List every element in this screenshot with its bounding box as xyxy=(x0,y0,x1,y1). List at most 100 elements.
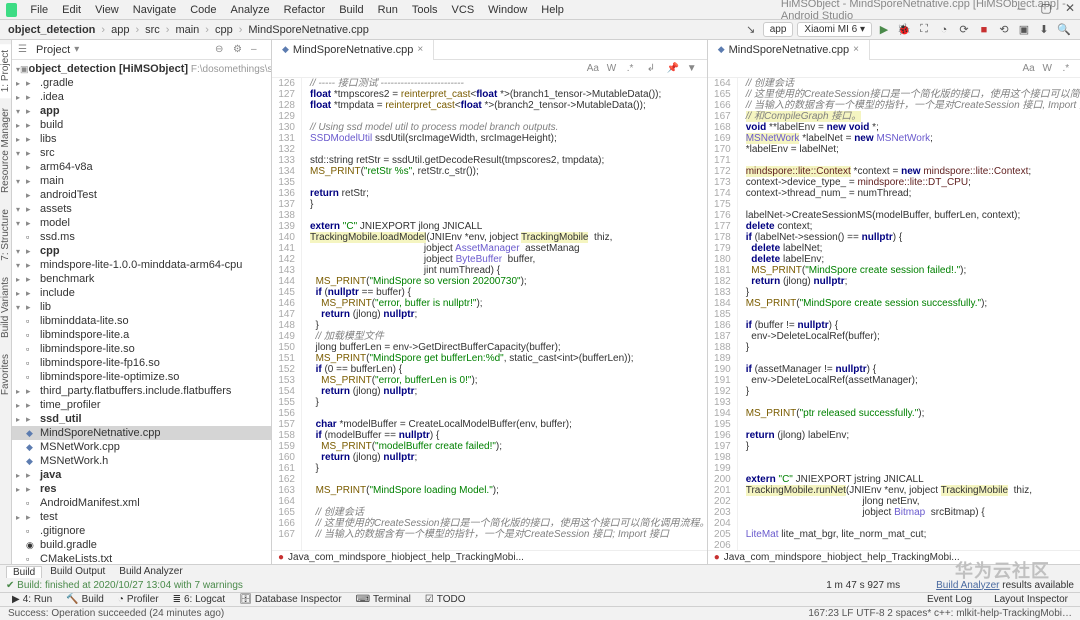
toggle-case-icon[interactable]: Aa xyxy=(587,63,601,74)
tree-model[interactable]: ▾▸model xyxy=(12,216,271,230)
tree-lib[interactable]: ▾▸lib xyxy=(12,300,271,314)
crumb-item[interactable]: src xyxy=(145,24,160,36)
tree-third-party-flatbuffers-include-flatbuffers[interactable]: ▸▸third_party.flatbuffers.include.flatbu… xyxy=(12,384,271,398)
close-tab-icon[interactable]: × xyxy=(417,44,423,55)
toggle-case-icon[interactable]: Aa xyxy=(1022,63,1036,74)
words-icon[interactable]: W xyxy=(1042,63,1056,74)
build-tab-build-output[interactable]: Build Output xyxy=(44,566,111,577)
avd-icon[interactable]: ▣ xyxy=(1016,22,1032,38)
crumb-item[interactable]: main xyxy=(175,24,199,36)
search-icon[interactable]: 🔍 xyxy=(1056,22,1072,38)
editor-tab-left[interactable]: ◆ MindSporeNetnative.cpp × xyxy=(272,40,434,60)
menu-refactor[interactable]: Refactor xyxy=(277,4,333,16)
sdk-icon[interactable]: ⬇ xyxy=(1036,22,1052,38)
tool-logcat[interactable]: ≣6: Logcat xyxy=(167,594,232,605)
tree-mindspore-lite-1-0-0-minddata-arm64-cpu[interactable]: ▾▸mindspore-lite-1.0.0-minddata-arm64-cp… xyxy=(12,258,271,272)
hide-icon[interactable]: – xyxy=(251,44,265,55)
maximize-icon[interactable]: ▢ xyxy=(1040,2,1052,14)
tree-libminddata-lite-so[interactable]: ▫libminddata-lite.so xyxy=(12,314,271,328)
pin-icon[interactable]: 📌 xyxy=(667,63,681,74)
words-icon[interactable]: W xyxy=(607,63,621,74)
minimize-icon[interactable]: – xyxy=(1016,2,1028,14)
run-icon[interactable]: ▶ xyxy=(876,22,892,38)
tool-profiler[interactable]: ◔Profiler xyxy=(112,594,165,605)
left-strip-project[interactable]: 1: Project xyxy=(0,44,11,98)
tree-androidmanifest-xml[interactable]: ▫AndroidManifest.xml xyxy=(12,496,271,510)
close-icon[interactable]: ✕ xyxy=(1064,2,1076,14)
tree-libmindspore-lite-optimize-so[interactable]: ▫libmindspore-lite-optimize.so xyxy=(12,370,271,384)
tree-main[interactable]: ▾▸main xyxy=(12,174,271,188)
left-strip-structure[interactable]: 7: Structure xyxy=(0,203,11,267)
tree-java[interactable]: ▸▸java xyxy=(12,468,271,482)
crumb-item[interactable]: object_detection xyxy=(8,24,95,36)
tree-msnetwork-h[interactable]: ◆MSNetWork.h xyxy=(12,454,271,468)
editor-tab-right[interactable]: ◆ MindSporeNetnative.cpp × xyxy=(708,40,870,60)
tool-build[interactable]: 🔨Build xyxy=(60,594,110,605)
left-strip-favorites[interactable]: Favorites xyxy=(0,348,11,401)
build-analyzer-link[interactable]: Build Analyzer xyxy=(936,580,999,591)
tree-libs[interactable]: ▸▸libs xyxy=(12,132,271,146)
tree-mindsporenetnative-cpp[interactable]: ◆MindSporeNetnative.cpp xyxy=(12,426,271,440)
tree--gitignore[interactable]: ▫.gitignore xyxy=(12,524,271,538)
tree-benchmark[interactable]: ▸▸benchmark xyxy=(12,272,271,286)
tree--idea[interactable]: ▸▸.idea xyxy=(12,90,271,104)
collapse-icon[interactable]: ⊖ xyxy=(215,44,229,55)
device-selector[interactable]: Xiaomi MI 6 ▾ xyxy=(797,22,872,37)
settings-icon[interactable]: ⚙ xyxy=(233,44,247,55)
tree-src[interactable]: ▾▸src xyxy=(12,146,271,160)
tool-eventlog[interactable]: Event Log xyxy=(921,594,978,605)
crumb-item[interactable]: cpp xyxy=(215,24,233,36)
tree-build-gradle[interactable]: ◉build.gradle xyxy=(12,538,271,552)
tool-run[interactable]: ▶4: Run xyxy=(6,594,58,605)
menu-tools[interactable]: Tools xyxy=(405,4,445,16)
filter-icon[interactable]: ▼ xyxy=(687,63,701,74)
tree-ssd-util[interactable]: ▸▸ssd_util xyxy=(12,412,271,426)
menu-view[interactable]: View xyxy=(88,4,126,16)
crumb-item[interactable]: app xyxy=(111,24,129,36)
menu-help[interactable]: Help xyxy=(534,4,571,16)
tree-res[interactable]: ▸▸res xyxy=(12,482,271,496)
tool-layoutinspector[interactable]: Layout Inspector xyxy=(988,594,1074,605)
menu-build[interactable]: Build xyxy=(332,4,370,16)
build-tab-build-analyzer[interactable]: Build Analyzer xyxy=(113,566,188,577)
wrap-icon[interactable]: ↲ xyxy=(647,63,661,74)
crumb-item[interactable]: MindSporeNetnative.cpp xyxy=(248,24,368,36)
close-tab-icon[interactable]: × xyxy=(853,44,859,55)
module-selector[interactable]: app xyxy=(763,22,794,37)
dropdown-icon[interactable]: ▾ xyxy=(74,44,88,55)
tree-arm64-v8a[interactable]: ▸arm64-v8a xyxy=(12,160,271,174)
regex-icon[interactable]: .* xyxy=(1062,63,1076,74)
tree-cpp[interactable]: ▾▸cpp xyxy=(12,244,271,258)
tool-terminal[interactable]: ⌨Terminal xyxy=(350,594,417,605)
stop-icon[interactable]: ■ xyxy=(976,22,992,38)
tree-libmindspore-lite-a[interactable]: ▫libmindspore-lite.a xyxy=(12,328,271,342)
tree-ssd-ms[interactable]: ▫ssd.ms xyxy=(12,230,271,244)
tool-databaseinspector[interactable]: 🗄Database Inspector xyxy=(233,594,347,605)
menu-analyze[interactable]: Analyze xyxy=(223,4,276,16)
sync-icon[interactable]: ⟲ xyxy=(996,22,1012,38)
coverage-icon[interactable]: ⛶ xyxy=(916,22,932,38)
build-icon[interactable]: ↘ xyxy=(743,22,759,38)
attach-icon[interactable]: ⟳ xyxy=(956,22,972,38)
tree-msnetwork-cpp[interactable]: ◆MSNetWork.cpp xyxy=(12,440,271,454)
menu-run[interactable]: Run xyxy=(371,4,405,16)
tree--gradle[interactable]: ▸▸.gradle xyxy=(12,76,271,90)
debug-icon[interactable]: 🐞 xyxy=(896,22,912,38)
menu-window[interactable]: Window xyxy=(481,4,534,16)
code-area-left[interactable]: 126 127 128 129 130 131 132 133 134 135 … xyxy=(272,78,707,550)
tree-time-profiler[interactable]: ▸▸time_profiler xyxy=(12,398,271,412)
tree-include[interactable]: ▸▸include xyxy=(12,286,271,300)
build-tab-build[interactable]: Build xyxy=(6,566,42,578)
profiler-icon[interactable]: ◔ xyxy=(936,22,952,38)
tree-androidtest[interactable]: ▸androidTest xyxy=(12,188,271,202)
left-strip-buildvariants[interactable]: Build Variants xyxy=(0,271,11,344)
tree-cmakelists-txt[interactable]: ▫CMakeLists.txt xyxy=(12,552,271,564)
menu-edit[interactable]: Edit xyxy=(55,4,88,16)
tree-app[interactable]: ▾▸app xyxy=(12,104,271,118)
tool-todo[interactable]: ☑TODO xyxy=(419,594,472,605)
menu-code[interactable]: Code xyxy=(183,4,223,16)
tree-test[interactable]: ▸▸test xyxy=(12,510,271,524)
menu-navigate[interactable]: Navigate xyxy=(126,4,183,16)
code-area-right[interactable]: 164 165 166 167 168 169 170 171 172 173 … xyxy=(708,78,1080,550)
tree-assets[interactable]: ▾▸assets xyxy=(12,202,271,216)
